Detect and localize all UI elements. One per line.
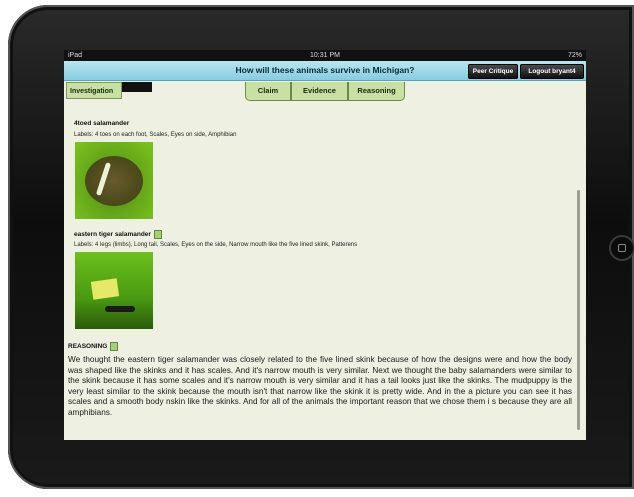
reasoning-heading: REASONING (68, 342, 119, 351)
evidence-title: eastern tiger salamander (74, 230, 162, 239)
main-content: 4toed salamander Labels: 4 toes on each … (64, 105, 574, 440)
section-tabs: Claim Evidence Reasoning (245, 82, 405, 102)
note-icon[interactable] (153, 230, 162, 239)
note-icon[interactable] (110, 342, 119, 351)
clock: 10:31 PM (310, 52, 340, 59)
logout-button[interactable]: Logout bryant4 (520, 64, 584, 79)
tab-reasoning[interactable]: Reasoning (348, 82, 405, 101)
home-icon (618, 244, 626, 252)
reasoning-text: We thought the eastern tiger salamander … (68, 355, 572, 417)
peer-critique-button[interactable]: Peer Critique (468, 64, 518, 79)
evidence-title-text: eastern tiger salamander (74, 231, 151, 239)
image-strip (122, 82, 152, 92)
title-bar: How will these animals survive in Michig… (64, 61, 586, 81)
battery-indicator: 72% (567, 52, 582, 59)
status-bar: iPad 10:31 PM 72% (64, 50, 586, 61)
evidence-title: 4toed salamander (74, 120, 130, 127)
reasoning-heading-text: REASONING (68, 343, 108, 351)
label-card-shape (90, 278, 120, 300)
tab-investigation[interactable]: Investigation (66, 82, 122, 99)
tab-evidence[interactable]: Evidence (291, 82, 348, 101)
evidence-labels: Labels: 4 toes on each foot, Scales, Eye… (74, 132, 237, 138)
evidence-photo[interactable] (75, 142, 153, 219)
home-button[interactable] (609, 235, 634, 261)
tab-claim[interactable]: Claim (245, 82, 291, 101)
scrollbar[interactable] (577, 190, 580, 430)
salamander-shape (105, 306, 135, 312)
leaf-shape (85, 156, 143, 206)
app-screen: iPad 10:31 PM 72% How will these animals… (64, 50, 586, 440)
evidence-labels: Labels: 4 legs (limbs), Long tail, Scale… (74, 242, 358, 248)
evidence-photo[interactable] (75, 252, 153, 329)
